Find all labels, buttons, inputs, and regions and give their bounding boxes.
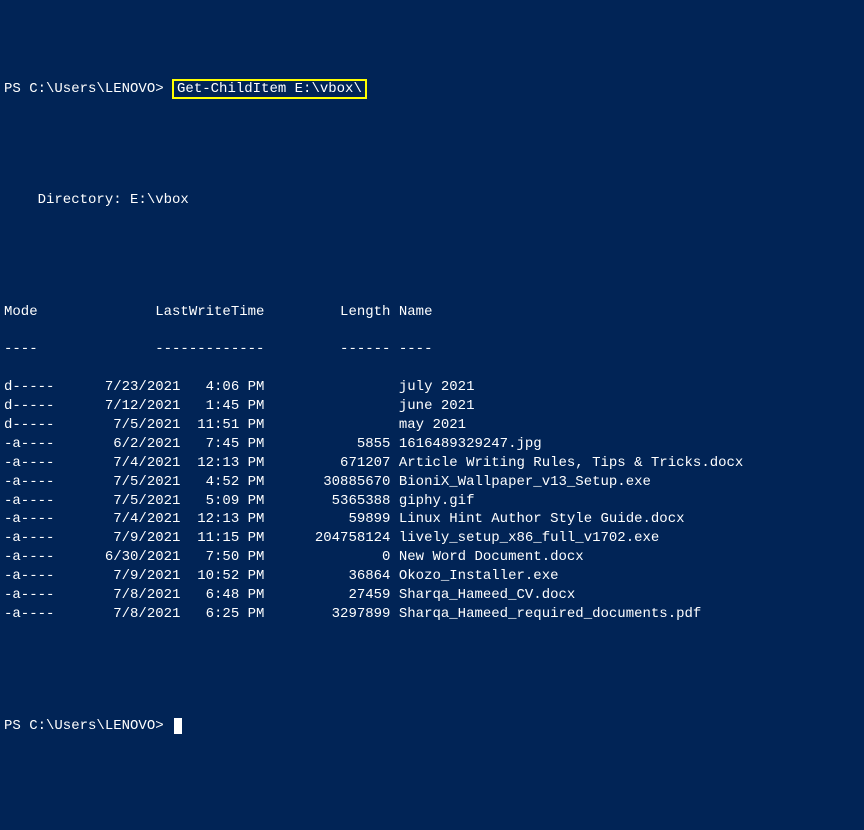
blank (4, 266, 860, 284)
table-row: -a---- 7/5/2021 5:09 PM 5365388 giphy.gi… (4, 492, 860, 511)
table-row: -a---- 6/2/2021 7:45 PM 5855 16164893292… (4, 435, 860, 454)
table-row: -a---- 7/4/2021 12:13 PM 59899 Linux Hin… (4, 510, 860, 529)
table-row: -a---- 7/5/2021 4:52 PM 30885670 BioniX_… (4, 473, 860, 492)
blank (4, 154, 860, 172)
table-row: -a---- 6/30/2021 7:50 PM 0 New Word Docu… (4, 548, 860, 567)
table-row: -a---- 7/9/2021 10:52 PM 36864 Okozo_Ins… (4, 567, 860, 586)
table-row: d----- 7/12/2021 1:45 PM june 2021 (4, 397, 860, 416)
directory-line: Directory: E:\vbox (4, 191, 860, 210)
table-row: -a---- 7/9/2021 11:15 PM 204758124 livel… (4, 529, 860, 548)
cursor-icon (174, 718, 182, 734)
command-text: Get-ChildItem E:\vbox\ (177, 81, 362, 97)
blank (4, 229, 860, 247)
table-header-underline: ---- ------------- ------ ---- (4, 340, 860, 359)
blank (4, 643, 860, 661)
blank (4, 117, 860, 135)
table-row: d----- 7/23/2021 4:06 PM july 2021 (4, 378, 860, 397)
prompt-line-1: PS C:\Users\LENOVO> Get-ChildItem E:\vbo… (4, 80, 860, 99)
prompt-prefix-2: PS C:\Users\LENOVO> (4, 718, 172, 734)
table-header: Mode LastWriteTime Length Name (4, 303, 860, 322)
blank (4, 680, 860, 698)
table-row: -a---- 7/8/2021 6:48 PM 27459 Sharqa_Ham… (4, 586, 860, 605)
table-row: -a---- 7/4/2021 12:13 PM 671207 Article … (4, 454, 860, 473)
prompt-line-2[interactable]: PS C:\Users\LENOVO> (4, 717, 860, 736)
prompt-prefix: PS C:\Users\LENOVO> (4, 81, 172, 97)
file-listing: d----- 7/23/2021 4:06 PM july 2021d-----… (4, 378, 860, 624)
command-highlight: Get-ChildItem E:\vbox\ (172, 79, 367, 99)
table-row: d----- 7/5/2021 11:51 PM may 2021 (4, 416, 860, 435)
table-row: -a---- 7/8/2021 6:25 PM 3297899 Sharqa_H… (4, 605, 860, 624)
